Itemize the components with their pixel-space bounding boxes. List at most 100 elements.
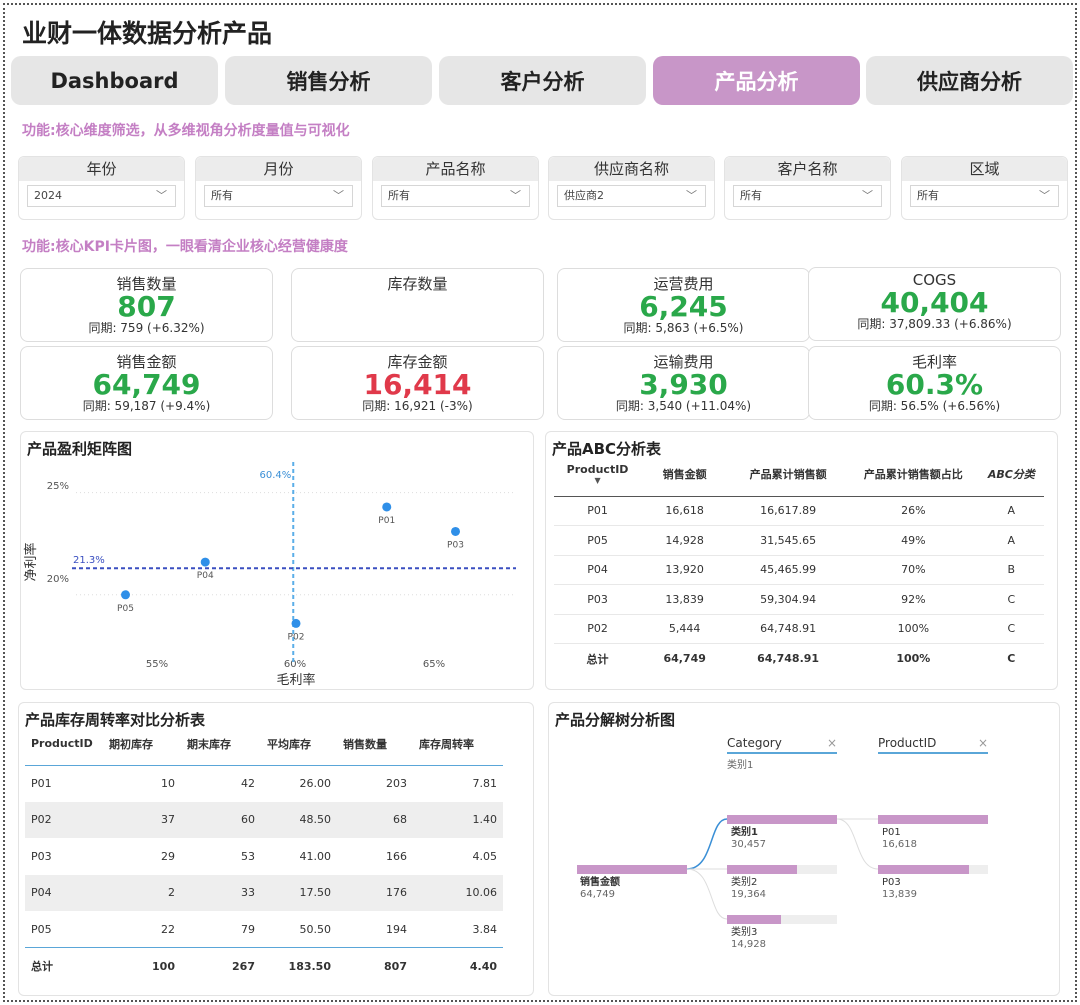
col-header-abc-class[interactable]: ABC分类	[978, 452, 1044, 497]
filter-label: 供应商名称	[549, 157, 714, 181]
tree-node-cat3: 类别3 14,928	[731, 927, 766, 950]
col-header-productid[interactable]: ProductID	[25, 723, 103, 766]
filter-value: 所有	[917, 189, 939, 202]
tree-node-p01-bar[interactable]	[878, 815, 988, 824]
col-header-productid[interactable]: ProductID ▼	[554, 452, 642, 497]
table-row: P02 37 60 48.50 68 1.40	[25, 801, 503, 838]
filter-supplier-select[interactable]: 供应商2 ﹀	[557, 185, 706, 207]
filter-year-select[interactable]: 2024 ﹀	[27, 185, 176, 207]
tree-node-cat1: 类别1 30,457	[731, 827, 766, 850]
table-total-row: 总计 64,749 64,748.91 100% C	[554, 643, 1044, 673]
tab-sales-analysis[interactable]: 销售分析	[225, 56, 432, 105]
kpi-value: 3,930	[639, 368, 728, 401]
x-tick-label: 55%	[146, 659, 168, 670]
filter-customer-select[interactable]: 所有 ﹀	[733, 185, 882, 207]
kpi-note: 功能:核心KPI卡片图，一眼看清企业核心经营健康度	[22, 239, 348, 255]
table-row: P05 14,928 31,545.65 49% A	[554, 525, 1044, 556]
col-header-cum-sales[interactable]: 产品累计销售额	[728, 452, 848, 497]
tab-customer-analysis[interactable]: 客户分析	[439, 56, 646, 105]
col-header-avg[interactable]: 平均库存	[261, 723, 337, 766]
filter-month: 月份 所有 ﹀	[195, 156, 362, 220]
tree-node-cat1-bar[interactable]	[727, 815, 837, 824]
kpi-compare: 同期: 16,921 (-3%)	[362, 399, 473, 413]
filter-region: 区域 所有 ﹀	[901, 156, 1068, 220]
tree-node-root-bar[interactable]	[577, 865, 687, 874]
filter-label: 月份	[196, 157, 361, 181]
table-row: P03 13,839 59,304.94 92% C	[554, 584, 1044, 615]
sort-desc-icon[interactable]: ▼	[554, 476, 641, 485]
y-tick-label: 20%	[47, 574, 69, 585]
scatter-point-label: P04	[197, 571, 214, 581]
tree-level-header-productid[interactable]: ProductID ×	[878, 736, 988, 754]
kpi-card-inventory-amount: 库存金额 16,414 同期: 16,921 (-3%)	[291, 346, 544, 420]
table-row: P04 2 33 17.50 176 10.06	[25, 874, 503, 911]
profit-matrix-chart: 25% 20% 55% 60% 65% 毛利率 净利率 60.4% 21.3% …	[23, 462, 516, 688]
kpi-card-cogs: COGS 40,404 同期: 37,809.33 (+6.86%)	[808, 267, 1061, 341]
kpi-title: 库存数量	[387, 275, 448, 293]
tab-supplier-analysis[interactable]: 供应商分析	[866, 56, 1073, 105]
tree-node-root: 销售金额 64,749	[580, 877, 620, 900]
filter-label: 产品名称	[373, 157, 538, 181]
connector-line	[686, 818, 728, 870]
scatter-point-p04[interactable]	[200, 557, 210, 567]
chevron-down-icon: ﹀	[156, 189, 167, 202]
filter-label: 区域	[902, 157, 1067, 181]
kpi-compare: 同期: 59,187 (+9.4%)	[82, 399, 211, 413]
chevron-down-icon: ﹀	[1039, 189, 1050, 202]
filter-customer-name: 客户名称 所有 ﹀	[724, 156, 891, 220]
filter-month-select[interactable]: 所有 ﹀	[204, 185, 353, 207]
filter-year: 年份 2024 ﹀	[18, 156, 185, 220]
kpi-card-shipping-cost: 运输费用 3,930 同期: 3,540 (+11.04%)	[557, 346, 810, 420]
filter-value: 供应商2	[564, 189, 604, 202]
chevron-down-icon: ﹀	[510, 189, 521, 202]
table-row: P02 5,444 64,748.91 100% C	[554, 614, 1044, 644]
tree-node-p03-bar[interactable]	[878, 865, 988, 874]
close-icon[interactable]: ×	[978, 736, 988, 750]
filter-product-select[interactable]: 所有 ﹀	[381, 185, 530, 207]
kpi-value: 64,749	[92, 368, 201, 401]
col-header-turnover[interactable]: 库存周转率	[413, 723, 503, 766]
kpi-card-sales-amount: 销售金额 64,749 同期: 59,187 (+9.4%)	[20, 346, 273, 420]
table-row: P01 16,618 16,617.89 26% A	[554, 496, 1044, 526]
x-axis-title: 毛利率	[276, 672, 315, 688]
filter-label: 年份	[19, 157, 184, 181]
connector-line	[836, 818, 879, 870]
tree-node-cat2: 类别2 19,364	[731, 877, 766, 900]
chevron-down-icon: ﹀	[686, 189, 697, 202]
kpi-compare: 同期: 3,540 (+11.04%)	[615, 399, 752, 413]
filter-value: 2024	[34, 189, 62, 202]
scatter-point-p05[interactable]	[121, 590, 130, 600]
kpi-value: 6,245	[639, 290, 728, 323]
scatter-point-p03[interactable]	[451, 526, 460, 536]
kpi-compare: 同期: 56.5% (+6.56%)	[868, 399, 1001, 413]
tree-node-cat3-bar[interactable]	[727, 915, 837, 924]
kpi-value: 40,404	[880, 286, 989, 319]
scatter-point-p02[interactable]	[291, 618, 301, 628]
kpi-compare: 同期: 759 (+6.32%)	[88, 321, 205, 335]
chevron-down-icon: ﹀	[333, 189, 344, 202]
inventory-turnover-table: ProductID 期初库存 期末库存 平均库存 销售数量 库存周转率 P01 1…	[25, 723, 503, 984]
hline-label: 21.3%	[73, 555, 105, 566]
table-row: P03 29 53 41.00 166 4.05	[31, 849, 497, 863]
scatter-point-label: P03	[447, 540, 464, 550]
filter-value: 所有	[211, 189, 233, 202]
tab-product-analysis[interactable]: 产品分析	[653, 56, 860, 105]
close-icon[interactable]: ×	[827, 736, 837, 750]
scatter-point-p01[interactable]	[382, 502, 392, 512]
col-header-closing[interactable]: 期末库存	[181, 723, 261, 766]
filter-supplier-name: 供应商名称 供应商2 ﹀	[548, 156, 715, 220]
tree-level-header-category[interactable]: Category ×	[727, 736, 837, 754]
tab-dashboard[interactable]: Dashboard	[11, 56, 218, 105]
kpi-card-sales-qty: 销售数量 807 同期: 759 (+6.32%)	[20, 268, 273, 342]
tree-node-cat2-bar[interactable]	[727, 865, 837, 874]
kpi-value: 16,414	[363, 368, 472, 401]
tree-level-sub: 类别1	[727, 760, 754, 771]
col-header-opening[interactable]: 期初库存	[103, 723, 181, 766]
kpi-compare: 同期: 37,809.33 (+6.86%)	[857, 317, 1012, 331]
col-header-sales-qty[interactable]: 销售数量	[337, 723, 413, 766]
col-header-sales[interactable]: 销售金额	[641, 452, 729, 497]
profit-matrix-panel: 产品盈利矩阵图 25% 20% 55% 60% 65% 毛利率 净利率 60.4…	[20, 431, 534, 690]
filter-region-select[interactable]: 所有 ﹀	[910, 185, 1059, 207]
filter-value: 所有	[740, 189, 762, 202]
col-header-cum-share[interactable]: 产品累计销售额占比	[847, 452, 979, 497]
